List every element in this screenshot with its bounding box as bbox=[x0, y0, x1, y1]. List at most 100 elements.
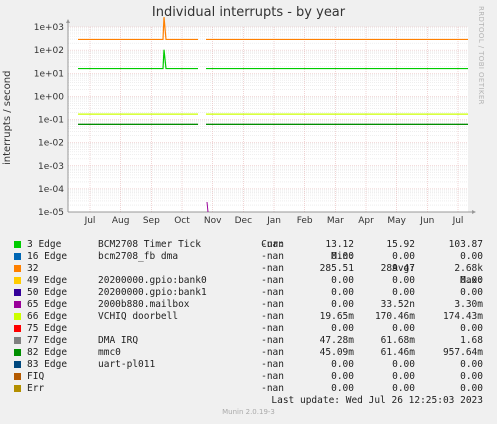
legend-swatch bbox=[14, 253, 21, 260]
last-update: Last update: Wed Jul 26 12:25:03 2023 bbox=[271, 395, 483, 406]
y-tick-label: 1e-01 bbox=[38, 116, 64, 126]
legend-min: 0.00 bbox=[331, 275, 354, 286]
legend-avg: 289.47 bbox=[380, 263, 415, 274]
legend-cur: -nan bbox=[261, 275, 284, 286]
legend-row: 83 Edge uart-pl011 -nan 0.00 0.00 0.00 bbox=[0, 359, 497, 371]
x-tick-label: Jul bbox=[84, 216, 96, 226]
legend-label: FIQ bbox=[27, 371, 45, 382]
legend-max: 0.00 bbox=[460, 323, 483, 334]
legend-swatch bbox=[14, 277, 21, 284]
legend-max: 0.00 bbox=[460, 371, 483, 382]
legend-row: 66 Edge VCHIQ doorbell -nan 19.65m 170.46m 17… bbox=[0, 311, 497, 323]
legend-cur: -nan bbox=[261, 323, 284, 334]
x-tick-label: Jun bbox=[419, 216, 434, 226]
y-tick-label: 1e-02 bbox=[38, 139, 64, 149]
legend-avg: 0.00 bbox=[392, 323, 415, 334]
y-tick-label: 1e+03 bbox=[34, 23, 64, 33]
legend-min: 45.09m bbox=[319, 347, 354, 358]
legend-avg: 0.00 bbox=[392, 359, 415, 370]
y-tick-label: 1e+00 bbox=[34, 92, 65, 102]
x-tick-label: Nov bbox=[204, 216, 222, 226]
legend-desc: BCM2708 Timer Tick bbox=[98, 239, 201, 250]
x-tick-label: May bbox=[387, 216, 406, 226]
legend-row: 16 Edge bcm2708_fb dma -nan 0.00 0.00 0.00 bbox=[0, 251, 497, 263]
legend-desc: 20200000.gpio:bank1 bbox=[98, 287, 207, 298]
legend-min: 0.00 bbox=[331, 383, 354, 394]
legend-row: 65 Edge 2000b880.mailbox -nan 0.00 33.52n 3.3… bbox=[0, 299, 497, 311]
legend-avg: 0.00 bbox=[392, 251, 415, 262]
x-tick-label: Jan bbox=[266, 216, 281, 226]
legend-min: 0.00 bbox=[331, 323, 354, 334]
legend-label: 82 Edge bbox=[27, 347, 68, 358]
x-axis-arrow bbox=[472, 210, 476, 214]
legend-rows: 3 Edge BCM2708 Timer Tick -nan 13.12 15.92 10… bbox=[0, 239, 497, 395]
x-tick-label: Sep bbox=[143, 216, 160, 226]
legend-header: Cur: Min: Avg: Max: bbox=[0, 227, 497, 286]
legend-label: 65 Edge bbox=[27, 299, 68, 310]
legend-max: 0.00 bbox=[460, 275, 483, 286]
legend-max: 103.87 bbox=[448, 239, 483, 250]
legend-row: Err -nan 0.00 0.00 0.00 bbox=[0, 383, 497, 395]
legend-max: 1.68 bbox=[460, 335, 483, 346]
legend-max: 0.00 bbox=[460, 383, 483, 394]
x-tick-label: Mar bbox=[327, 216, 344, 226]
legend-cur: -nan bbox=[261, 371, 284, 382]
legend-avg: 0.00 bbox=[392, 383, 415, 394]
legend-cur: -nan bbox=[261, 311, 284, 322]
legend-row: 77 Edge DMA IRQ -nan 47.28m 61.68m 1.68 bbox=[0, 335, 497, 347]
legend-desc: mmc0 bbox=[98, 347, 121, 358]
legend-label: 75 Edge bbox=[27, 323, 68, 334]
y-tick-label: 1e-04 bbox=[38, 185, 64, 195]
legend-max: 0.00 bbox=[460, 251, 483, 262]
legend-min: 0.00 bbox=[331, 371, 354, 382]
legend-desc: 2000b880.mailbox bbox=[98, 299, 190, 310]
legend-swatch bbox=[14, 241, 21, 248]
legend-desc: DMA IRQ bbox=[98, 335, 139, 346]
legend-min: 285.51 bbox=[319, 263, 354, 274]
legend-desc: VCHIQ doorbell bbox=[98, 311, 179, 322]
legend-swatch bbox=[14, 373, 21, 380]
legend-cur: -nan bbox=[261, 359, 284, 370]
legend-max: 3.30m bbox=[454, 299, 483, 310]
legend-row: 32 -nan 285.51 289.47 2.68k bbox=[0, 263, 497, 275]
legend-label: Err bbox=[27, 383, 45, 394]
legend-cur: -nan bbox=[261, 335, 284, 346]
legend-max: 957.64m bbox=[442, 347, 483, 358]
legend-avg: 0.00 bbox=[392, 371, 415, 382]
legend-swatch bbox=[14, 325, 21, 332]
x-tick-label: Jul bbox=[452, 216, 464, 226]
legend-min: 0.00 bbox=[331, 299, 354, 310]
legend-max: 2.68k bbox=[454, 263, 483, 274]
munin-version: Munin 2.0.19-3 bbox=[222, 408, 275, 416]
legend-avg: 15.92 bbox=[386, 239, 415, 250]
legend-max: 0.00 bbox=[460, 359, 483, 370]
legend-table: Cur: Min: Avg: Max: 3 Edge BCM2708 Timer … bbox=[0, 227, 497, 395]
legend-avg: 0.00 bbox=[392, 275, 415, 286]
legend-row: 50 Edge 20200000.gpio:bank1 -nan 0.00 0.00 0.… bbox=[0, 287, 497, 299]
legend-min: 0.00 bbox=[331, 287, 354, 298]
legend-row: FIQ -nan 0.00 0.00 0.00 bbox=[0, 371, 497, 383]
legend-desc: 20200000.gpio:bank0 bbox=[98, 275, 207, 286]
legend-min: 47.28m bbox=[319, 335, 354, 346]
x-tick-label: Aug bbox=[112, 216, 130, 226]
legend-label: 3 Edge bbox=[27, 239, 62, 250]
legend-swatch bbox=[14, 349, 21, 356]
legend-max: 174.43m bbox=[442, 311, 483, 322]
legend-label: 32 bbox=[27, 263, 39, 274]
legend-min: 13.12 bbox=[325, 239, 354, 250]
legend-label: 77 Edge bbox=[27, 335, 68, 346]
legend-max: 0.00 bbox=[460, 287, 483, 298]
legend-cur: -nan bbox=[261, 383, 284, 394]
legend-desc: bcm2708_fb dma bbox=[98, 251, 179, 262]
legend-label: 49 Edge bbox=[27, 275, 68, 286]
legend-row: 75 Edge -nan 0.00 0.00 0.00 bbox=[0, 323, 497, 335]
legend-label: 83 Edge bbox=[27, 359, 68, 370]
legend-cur: -nan bbox=[261, 239, 284, 250]
x-tick-label: Feb bbox=[297, 216, 313, 226]
y-tick-label: 1e+02 bbox=[34, 46, 64, 56]
y-axis-arrow bbox=[66, 19, 70, 23]
legend-avg: 61.46m bbox=[380, 347, 415, 358]
x-tick-label: Oct bbox=[174, 216, 190, 226]
legend-cur: -nan bbox=[261, 251, 284, 262]
legend-swatch bbox=[14, 313, 21, 320]
